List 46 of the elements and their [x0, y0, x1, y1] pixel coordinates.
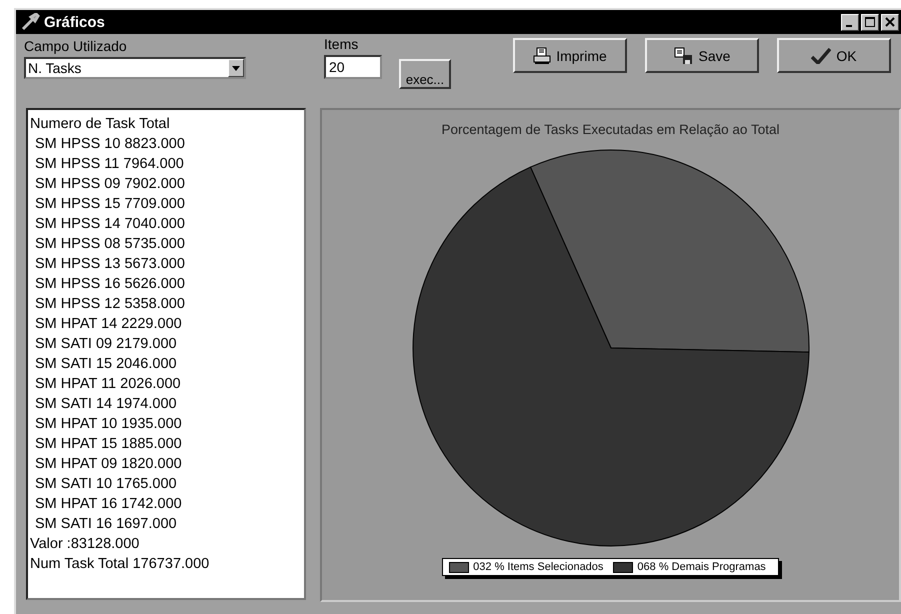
list-line: SM HPSS 15 7709.000: [34, 195, 186, 214]
print-button[interactable]: Imprime: [513, 38, 627, 73]
list-line: SM HPSS 13 5673.000: [34, 255, 186, 274]
list-line: SM HPAT 16 1742.000: [34, 495, 183, 514]
legend-label: 068 % Demais Programas: [637, 561, 766, 573]
list-line: SM HPSS 11 7964.000: [34, 155, 185, 174]
list-line: SM HPSS 08 5735.000: [34, 235, 186, 254]
window-title: Gráficos: [44, 14, 105, 30]
list-line: SM SATI 10 1765.000: [34, 475, 178, 494]
floppy-disk-icon: [674, 46, 694, 64]
legend-label: 032 % Items Selecionados: [473, 561, 604, 573]
list-line: SM SATI 14 1974.000: [34, 395, 178, 414]
chart-title: Porcentagem de Tasks Executadas em Relação ao Total: [442, 122, 780, 137]
list-line: SM HPAT 14 2229.000: [34, 315, 183, 334]
list-line: SM SATI 15 2046.000: [34, 355, 178, 374]
list-line: SM HPAT 11 2026.000: [34, 375, 182, 394]
field-dropdown[interactable]: N. Tasks: [24, 57, 246, 79]
list-line: SM HPAT 15 1885.000: [34, 435, 183, 454]
exec-button[interactable]: exec...: [399, 59, 451, 89]
maximize-icon: [865, 17, 875, 27]
field-label: Campo Utilizado: [24, 38, 128, 54]
list-line: SM HPSS 12 5358.000: [34, 295, 186, 314]
list-line: SM SATI 16 1697.000: [34, 515, 178, 534]
close-button[interactable]: [881, 14, 899, 30]
list-line: SM HPSS 16 5626.000: [34, 275, 186, 294]
minimize-icon: [846, 24, 852, 26]
list-line: SM SATI 09 2179.000: [34, 335, 178, 354]
maximize-button[interactable]: [861, 14, 879, 30]
caret-icon: [232, 66, 240, 70]
printer-icon: [533, 46, 552, 64]
close-icon: [885, 17, 895, 27]
minimize-button[interactable]: [841, 14, 859, 30]
list-line: SM HPAT 09 1820.000: [34, 455, 183, 474]
items-field[interactable]: 20: [324, 55, 382, 79]
list-line: Num Task Total 176737.000: [30, 555, 210, 574]
save-button[interactable]: Save: [645, 38, 759, 73]
items-label: Items: [324, 36, 360, 52]
ok-button[interactable]: OK: [777, 38, 891, 73]
list-line: Numero de Task Total: [30, 115, 171, 134]
list-line: SM HPSS 09 7902.000: [34, 175, 186, 194]
list-line: SM HPSS 14 7040.000: [34, 215, 186, 234]
list-line: Valor :83128.000: [30, 535, 140, 554]
list-line: SM HPAT 10 1935.000: [34, 415, 183, 434]
list-line: SM HPSS 10 8823.000: [34, 135, 186, 154]
checkmark-icon: [811, 48, 832, 64]
dropdown-button[interactable]: [228, 59, 244, 77]
